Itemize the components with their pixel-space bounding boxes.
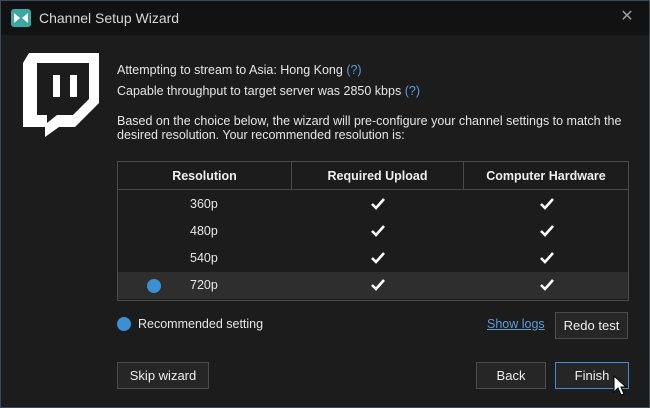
table-row-480p[interactable]: 480p (118, 218, 628, 245)
checkmark-icon (540, 252, 554, 264)
table-row-720p[interactable]: 720p (118, 272, 628, 299)
description-line-2: desired resolution. Your recommended res… (117, 128, 405, 142)
header-resolution: Resolution (118, 162, 292, 190)
twitch-logo-icon (23, 53, 99, 137)
checkmark-icon (540, 198, 554, 210)
throughput-text: Capable throughput to target server was … (117, 84, 402, 98)
recommended-dot-icon (147, 279, 161, 293)
stream-target-text: Attempting to stream to Asia: Hong Kong (117, 63, 343, 77)
skip-wizard-button[interactable]: Skip wizard (117, 362, 209, 389)
table-header: Resolution Required Upload Computer Hard… (118, 162, 628, 190)
title-bar: Channel Setup Wizard ✕ (1, 1, 649, 35)
checkmark-icon (540, 225, 554, 237)
recommended-dot-icon (117, 317, 131, 331)
mouse-cursor-icon (613, 375, 627, 396)
resolution-label: 480p (190, 224, 218, 238)
checkmark-icon (371, 225, 385, 237)
window-title: Channel Setup Wizard (39, 10, 180, 26)
resolution-table: Resolution Required Upload Computer Hard… (117, 161, 629, 301)
header-computer-hardware: Computer Hardware (486, 169, 606, 183)
checkmark-icon (371, 252, 385, 264)
checkmark-icon (540, 279, 554, 291)
stream-target-line: Attempting to stream to Asia: Hong Kong … (117, 63, 362, 77)
back-button[interactable]: Back (476, 362, 546, 389)
recommended-legend-label: Recommended setting (138, 317, 264, 331)
broadcast-icon (11, 9, 31, 27)
throughput-help[interactable]: (?) (405, 84, 420, 98)
table-row-360p[interactable]: 360p (118, 191, 628, 218)
throughput-line: Capable throughput to target server was … (117, 84, 420, 98)
table-row-540p[interactable]: 540p (118, 245, 628, 272)
resolution-label: 540p (190, 251, 218, 265)
checkmark-icon (371, 279, 385, 291)
stream-target-help[interactable]: (?) (346, 63, 361, 77)
resolution-label: 360p (190, 197, 218, 211)
header-required-upload: Required Upload (292, 162, 464, 190)
redo-test-button[interactable]: Redo test (555, 312, 628, 339)
show-logs-link[interactable]: Show logs (487, 317, 545, 331)
channel-setup-wizard-window: Channel Setup Wizard ✕ Attempting to str… (0, 0, 650, 408)
resolution-label: 720p (190, 278, 218, 292)
close-button[interactable]: ✕ (617, 7, 637, 27)
checkmark-icon (371, 198, 385, 210)
description-line-1: Based on the choice below, the wizard wi… (117, 114, 622, 128)
